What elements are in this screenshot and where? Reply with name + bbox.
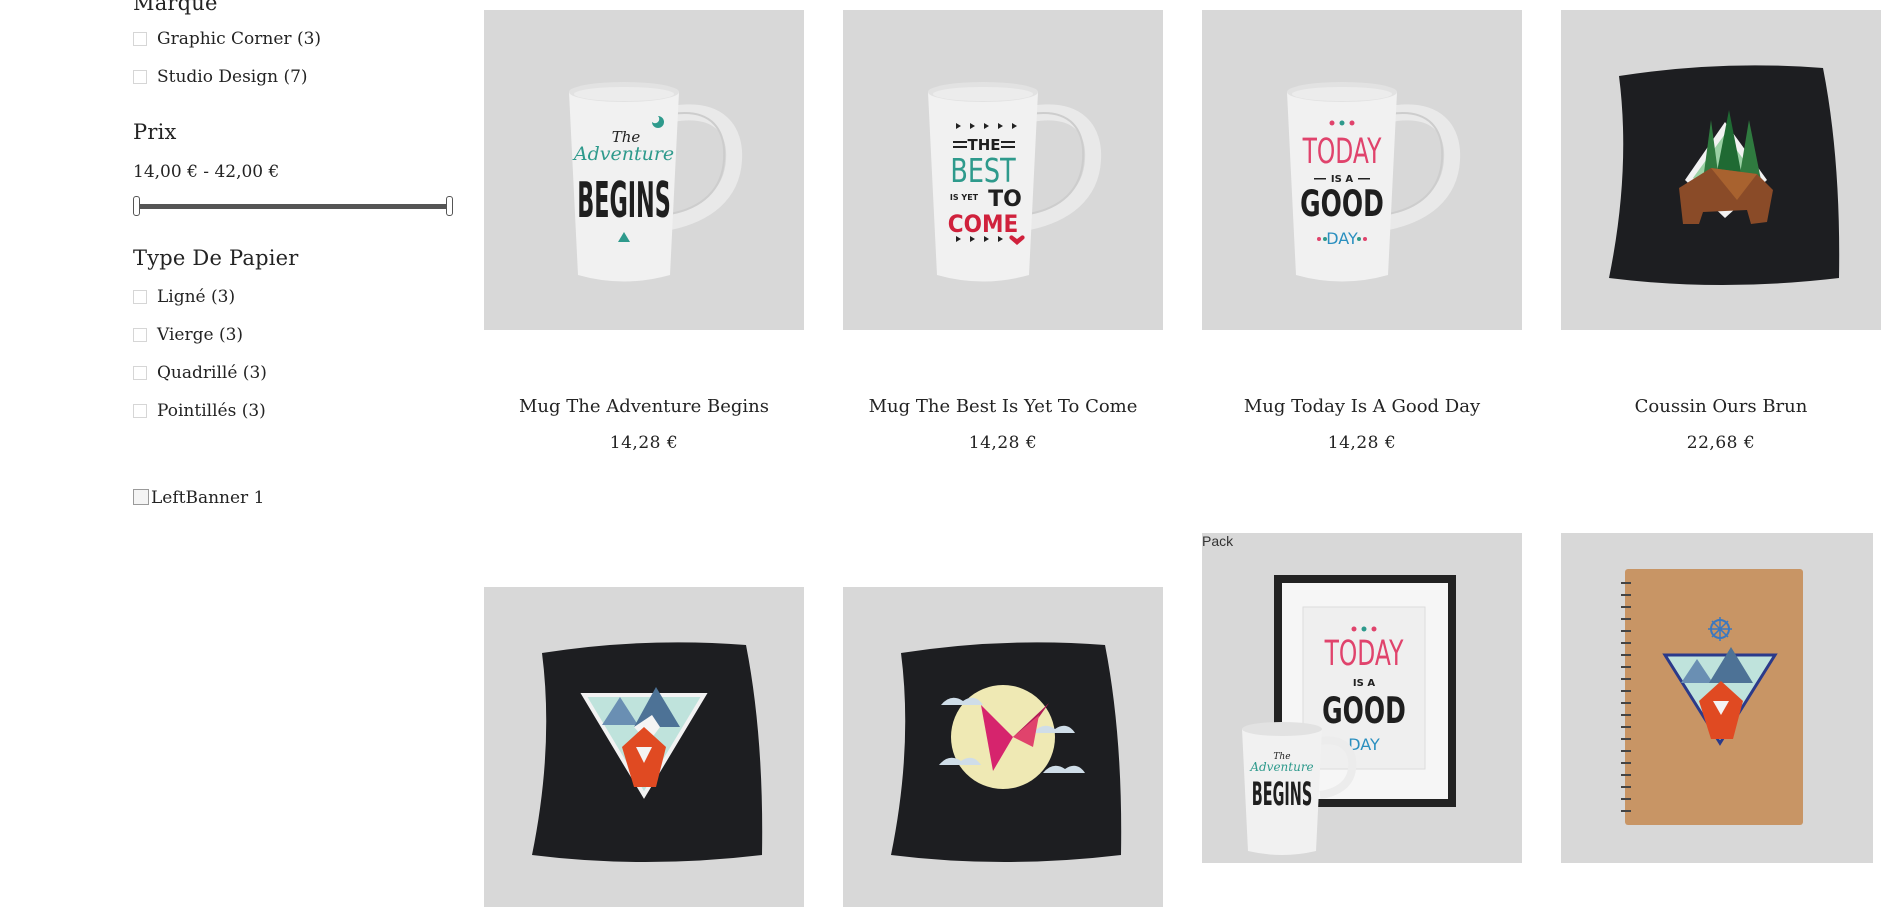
brand-option-studio-design[interactable]: Studio Design (7) — [133, 58, 321, 96]
mini-mug-text: BEGINS — [1252, 775, 1312, 812]
option-label: Vierge (3) — [157, 325, 244, 345]
paper-option-vierge[interactable]: Vierge (3) — [133, 316, 267, 354]
mug-text: COME — [948, 211, 1018, 238]
broken-image-icon — [133, 489, 149, 505]
product-price: 14,28 € — [968, 433, 1038, 453]
slider-track — [137, 204, 449, 209]
product-price: 22,68 € — [1686, 433, 1756, 453]
mug-text: IS YET — [950, 193, 979, 202]
pack-badge: Pack — [1202, 533, 1234, 549]
price-facet-title: Prix — [133, 120, 177, 144]
slider-max-handle[interactable] — [446, 196, 453, 216]
poster-text: IS A — [1353, 678, 1375, 689]
product-name[interactable]: Mug Today Is A Good Day — [1202, 396, 1522, 417]
option-label: Studio Design (7) — [157, 67, 308, 87]
option-label: Graphic Corner (3) — [157, 29, 322, 49]
pack-poster-mug-image[interactable]: TODAY IS A GOOD DAY The Adventure BEGINS — [1202, 533, 1522, 863]
mug-text: TO — [988, 187, 1022, 212]
paper-type-facet-list: Ligné (3) Vierge (3) Quadrillé (3) Point… — [133, 278, 267, 430]
mug-text: DAY — [1326, 229, 1358, 248]
cushion-fox-image[interactable] — [484, 587, 804, 907]
product-name[interactable]: Mug The Adventure Begins — [484, 396, 804, 417]
checkbox[interactable] — [133, 70, 147, 84]
left-banner-alt-text: LeftBanner 1 — [151, 488, 265, 508]
checkbox[interactable] — [133, 366, 147, 380]
poster-text: TODAY — [1324, 633, 1404, 673]
product-name[interactable]: Coussin Ours Brun — [1561, 396, 1881, 417]
paper-option-pointilles[interactable]: Pointillés (3) — [133, 392, 267, 430]
product-price: 14,28 € — [609, 433, 679, 453]
mug-text: Adventure — [572, 143, 674, 165]
mug-best-image[interactable]: THE BEST IS YET TO COME — [843, 10, 1163, 330]
brand-facet-list: Graphic Corner (3) Studio Design (7) — [133, 20, 321, 96]
checkbox[interactable] — [133, 328, 147, 342]
notebook-fox-image[interactable] — [1561, 533, 1873, 863]
product-price: 14,28 € — [1327, 433, 1397, 453]
checkbox[interactable] — [133, 290, 147, 304]
checkbox[interactable] — [133, 32, 147, 46]
brand-option-graphic-corner[interactable]: Graphic Corner (3) — [133, 20, 321, 58]
left-banner[interactable]: LeftBanner 1 — [133, 488, 264, 508]
product-name[interactable]: Mug The Best Is Yet To Come — [843, 396, 1163, 417]
cushion-bear-image[interactable] — [1561, 10, 1881, 330]
option-label: Pointillés (3) — [157, 401, 266, 421]
checkbox[interactable] — [133, 404, 147, 418]
mug-adventure-image[interactable]: The Adventure BEGINS — [484, 10, 804, 330]
cushion-hummingbird-image[interactable] — [843, 587, 1163, 907]
poster-text: GOOD — [1322, 690, 1406, 732]
paper-option-quadrille[interactable]: Quadrillé (3) — [133, 354, 267, 392]
mug-text: TODAY — [1302, 131, 1382, 171]
mug-today-image[interactable]: TODAY IS A GOOD DAY — [1202, 10, 1522, 330]
paper-option-ligne[interactable]: Ligné (3) — [133, 278, 267, 316]
mug-text: GOOD — [1300, 183, 1384, 225]
option-label: Quadrillé (3) — [157, 363, 267, 383]
slider-min-handle[interactable] — [133, 196, 140, 216]
price-range-text: 14,00 € - 42,00 € — [133, 162, 280, 182]
paper-type-facet-title: Type De Papier — [133, 246, 299, 270]
mug-text: BEGINS — [577, 172, 671, 229]
brand-facet-title: Marque — [133, 0, 218, 15]
mini-mug-text: Adventure — [1249, 760, 1313, 774]
mug-text: BEST — [950, 152, 1016, 190]
price-slider[interactable] — [133, 196, 453, 216]
option-label: Ligné (3) — [157, 287, 236, 307]
